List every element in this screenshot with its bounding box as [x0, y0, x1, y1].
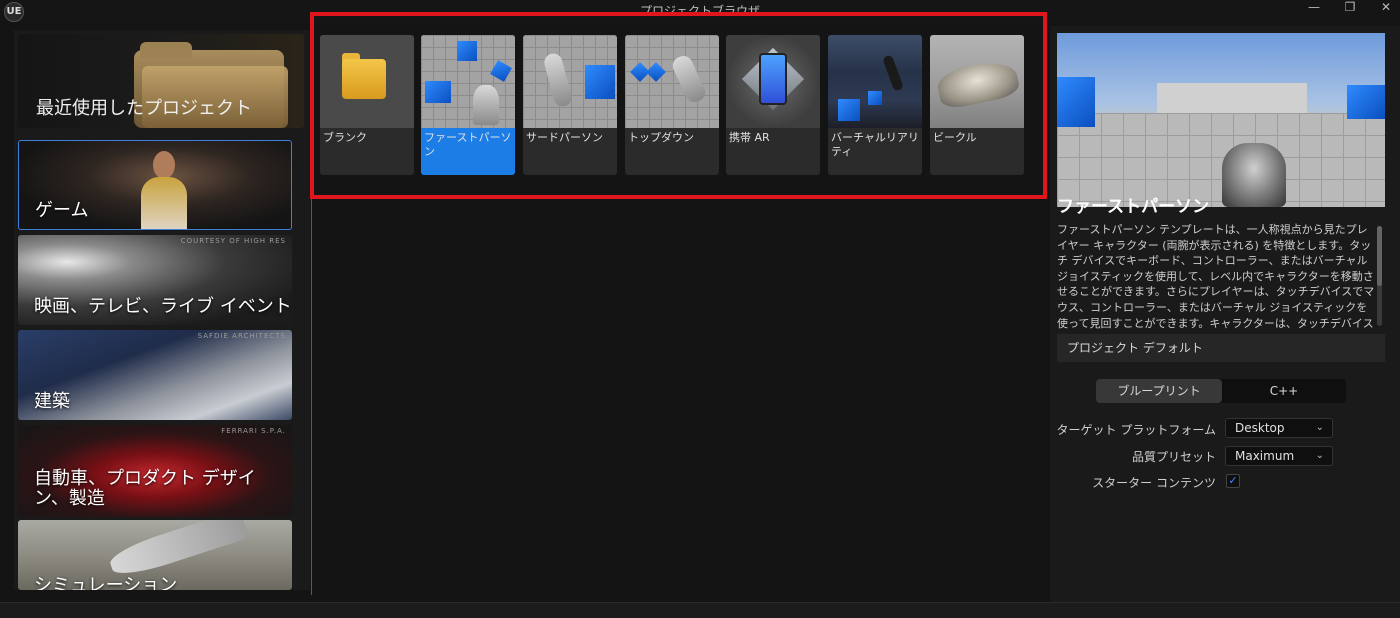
restore-button[interactable]: ❐ [1332, 0, 1368, 18]
category-simulation[interactable]: シミュレーション [18, 520, 292, 590]
image-credit: FERRARI S.P.A. [221, 427, 286, 435]
quality-preset-dropdown[interactable]: Maximum ⌄ [1225, 446, 1333, 466]
category-automotive[interactable]: FERRARI S.P.A. 自動車、プロダクト デザイン、製造 [18, 425, 292, 517]
language-toggle: ブループリント C++ [1096, 379, 1346, 403]
chevron-down-icon: ⌄ [1315, 422, 1324, 433]
category-panel: 最近使用したプロジェクト ゲーム COURTESY OF HIGH RES 映画… [14, 30, 316, 596]
template-title: ファーストパーソン [1057, 197, 1210, 217]
image-credit: SAFDIE ARCHITECTS [197, 332, 286, 340]
dropdown-value: Desktop [1235, 421, 1285, 435]
blueprint-button[interactable]: ブループリント [1096, 379, 1222, 403]
cpp-button[interactable]: C++ [1222, 379, 1346, 403]
template-preview-image [1057, 33, 1385, 207]
image-credit: COURTESY OF HIGH RES [180, 237, 286, 245]
gun-image [1222, 143, 1286, 207]
recent-projects-card[interactable]: 最近使用したプロジェクト [18, 34, 304, 128]
category-film-tv[interactable]: COURTESY OF HIGH RES 映画、テレビ、ライブ イベント [18, 235, 292, 325]
starter-content-label: スターター コンテンツ [1092, 476, 1216, 490]
chevron-down-icon: ⌄ [1315, 450, 1324, 461]
category-architecture[interactable]: SAFDIE ARCHITECTS 建築 [18, 330, 292, 420]
target-platform-label: ターゲット プラットフォーム [1056, 423, 1216, 437]
character-image [129, 147, 199, 229]
category-games[interactable]: ゲーム [18, 140, 292, 230]
category-label: シミュレーション [34, 575, 178, 591]
quality-preset-label: 品質プリセット [1131, 450, 1216, 464]
dropdown-value: Maximum [1235, 449, 1295, 463]
category-label: 建築 [34, 391, 70, 412]
minimize-button[interactable]: — [1296, 0, 1332, 18]
close-button[interactable]: ✕ [1368, 0, 1400, 18]
category-label: 映画、テレビ、ライブ イベント [34, 296, 292, 317]
scrollbar-thumb[interactable] [1377, 226, 1382, 286]
target-platform-dropdown[interactable]: Desktop ⌄ [1225, 418, 1333, 438]
description-scrollbar[interactable] [1377, 226, 1382, 326]
recent-projects-label: 最近使用したプロジェクト [36, 98, 252, 119]
highlight-annotation [310, 12, 1047, 199]
project-defaults-header: プロジェクト デフォルト [1057, 334, 1385, 362]
template-detail-panel: ファーストパーソン ファーストパーソン テンプレートは、一人称視点から見たプレイ… [1050, 26, 1400, 602]
starter-content-checkbox[interactable]: ✓ [1226, 474, 1240, 488]
template-description: ファーストパーソン テンプレートは、一人称視点から見たプレイヤー キャラクター … [1057, 223, 1375, 330]
bottom-bar [0, 602, 1400, 618]
airplane-image [106, 520, 250, 581]
category-label: 自動車、プロダクト デザイン、製造 [34, 468, 256, 509]
category-label: ゲーム [35, 200, 89, 221]
